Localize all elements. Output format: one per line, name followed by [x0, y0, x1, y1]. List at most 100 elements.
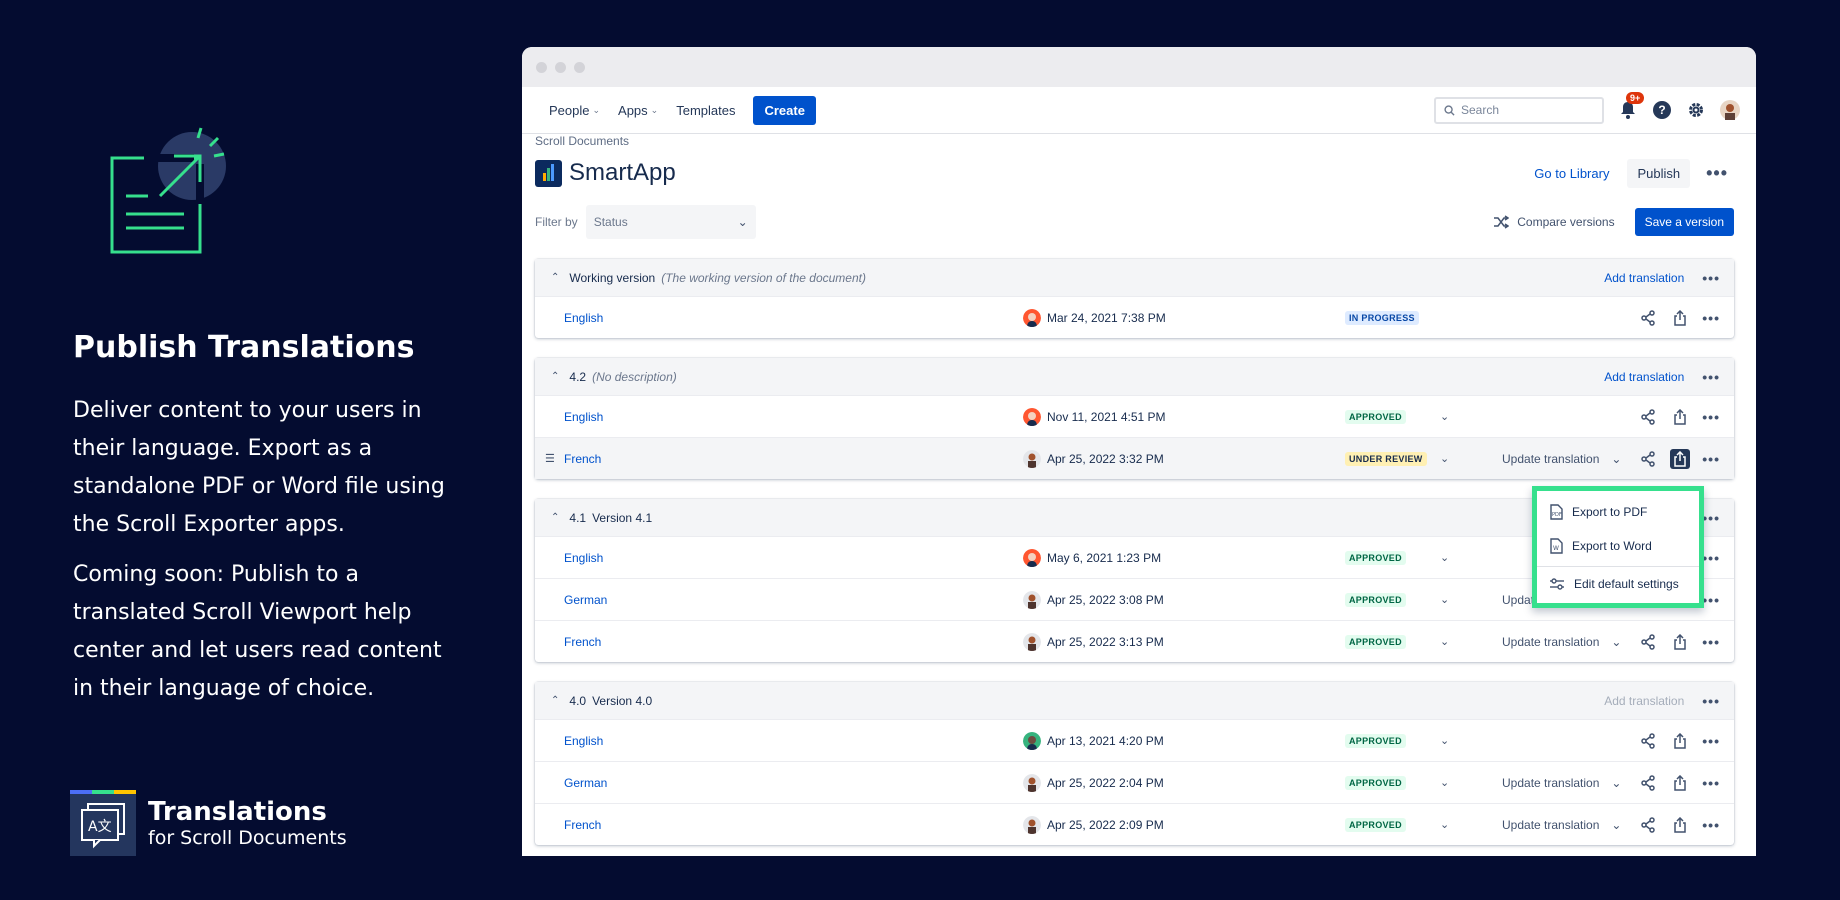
modified-by: Nov 11, 2021 4:51 PM: [1023, 407, 1166, 426]
update-translation-button[interactable]: Update translation ⌄: [1502, 635, 1621, 649]
breadcrumb[interactable]: Scroll Documents: [535, 134, 1734, 148]
status-chevron-down-icon[interactable]: ⌄: [1440, 734, 1449, 747]
row-more-icon[interactable]: •••: [1702, 634, 1720, 650]
chevron-down-icon: ⌄: [592, 104, 601, 115]
share-icon[interactable]: [1638, 632, 1658, 652]
update-translation-button[interactable]: Update translation ⌄: [1502, 452, 1621, 466]
row-more-icon[interactable]: •••: [1702, 451, 1720, 467]
share-icon[interactable]: [1638, 773, 1658, 793]
edit-default-settings-item[interactable]: Edit default settings: [1537, 566, 1699, 600]
settings-button[interactable]: [1686, 100, 1706, 120]
group-more-icon[interactable]: •••: [1702, 510, 1720, 526]
add-translation-button[interactable]: Add translation: [1604, 271, 1684, 285]
svg-text:PDF: PDF: [1552, 512, 1562, 518]
modified-date: Apr 25, 2022 3:32 PM: [1047, 451, 1164, 466]
status-chevron-down-icon[interactable]: ⌄: [1440, 818, 1449, 831]
go-to-library-button[interactable]: Go to Library: [1526, 160, 1617, 187]
translation-row: French Apr 25, 2022 3:13 PM APPROVED ⌄ Updat…: [535, 620, 1734, 662]
share-icon[interactable]: [1638, 449, 1658, 469]
help-button[interactable]: ?: [1652, 100, 1672, 120]
row-more-icon[interactable]: •••: [1702, 550, 1720, 566]
hero-title: Publish Translations: [73, 330, 415, 365]
share-icon[interactable]: [1638, 815, 1658, 835]
avatar: [1023, 407, 1041, 426]
language-link[interactable]: French: [564, 818, 601, 832]
version-group-header[interactable]: ⌃ Working version (The working version of …: [535, 259, 1734, 296]
compare-versions-button[interactable]: Compare versions: [1493, 215, 1615, 229]
brand-name: Translations: [148, 797, 327, 827]
language-link[interactable]: English: [564, 551, 603, 565]
export-to-word-item[interactable]: W Export to Word: [1537, 529, 1699, 563]
save-version-button[interactable]: Save a version: [1634, 208, 1734, 236]
avatar: [1023, 449, 1041, 468]
collapse-caret-icon[interactable]: ⌃: [551, 272, 559, 283]
status-chevron-down-icon[interactable]: ⌄: [1440, 410, 1449, 423]
group-more-icon[interactable]: •••: [1702, 270, 1720, 286]
language-link[interactable]: German: [564, 593, 607, 607]
status-chevron-down-icon[interactable]: ⌄: [1440, 551, 1449, 564]
status-chevron-down-icon[interactable]: ⌄: [1440, 593, 1449, 606]
share-icon[interactable]: [1638, 308, 1658, 328]
export-icon[interactable]: [1670, 407, 1690, 427]
collapse-caret-icon[interactable]: ⌃: [551, 695, 559, 706]
status-chevron-down-icon[interactable]: ⌄: [1440, 452, 1449, 465]
nav-templates[interactable]: Templates: [676, 103, 735, 118]
compare-versions-label: Compare versions: [1517, 215, 1615, 229]
export-icon[interactable]: [1670, 731, 1690, 751]
avatar: [1023, 773, 1041, 792]
row-more-icon[interactable]: •••: [1702, 310, 1720, 326]
modified-date: Apr 25, 2022 2:09 PM: [1047, 817, 1164, 832]
export-icon[interactable]: [1670, 308, 1690, 328]
share-icon[interactable]: [1638, 407, 1658, 427]
update-translation-button[interactable]: Update translation ⌄: [1502, 818, 1621, 832]
version-group-header[interactable]: ⌃ 4.0 Version 4.0 Add translation •••: [535, 682, 1734, 719]
notifications-button[interactable]: 9+: [1618, 92, 1645, 120]
window-titlebar: [522, 47, 1756, 87]
chevron-down-icon: ⌄: [1611, 817, 1622, 832]
create-button[interactable]: Create: [753, 95, 816, 125]
export-to-pdf-item[interactable]: PDF Export to PDF: [1537, 495, 1699, 529]
collapse-caret-icon[interactable]: ⌃: [551, 512, 559, 523]
nav-apps[interactable]: Apps ⌄: [618, 103, 658, 118]
version-group-header[interactable]: ⌃ 4.2 (No description) Add translation •••: [535, 358, 1734, 395]
row-more-icon[interactable]: •••: [1702, 592, 1720, 608]
status-filter-select[interactable]: Status ⌄: [585, 205, 756, 239]
nav-templates-label: Templates: [676, 102, 736, 118]
modified-date: Apr 13, 2021 4:20 PM: [1047, 733, 1164, 748]
language-link[interactable]: French: [564, 635, 601, 649]
status-badge: IN PROGRESS: [1345, 310, 1419, 325]
add-translation-button[interactable]: Add translation: [1604, 370, 1684, 384]
update-translation-button[interactable]: Update translation ⌄: [1502, 776, 1621, 790]
language-link[interactable]: German: [564, 776, 607, 790]
modified-date: May 6, 2021 1:23 PM: [1047, 550, 1162, 565]
publish-button[interactable]: Publish: [1627, 158, 1691, 188]
window-maximize-dot[interactable]: [574, 61, 585, 73]
search-input[interactable]: Search: [1434, 96, 1604, 124]
avatar: [1023, 815, 1041, 834]
status-chevron-down-icon[interactable]: ⌄: [1440, 776, 1449, 789]
row-more-icon[interactable]: •••: [1702, 733, 1720, 749]
language-link[interactable]: French: [564, 452, 601, 466]
export-icon[interactable]: [1670, 773, 1690, 793]
collapse-caret-icon[interactable]: ⌃: [551, 371, 559, 382]
group-more-icon[interactable]: •••: [1702, 693, 1720, 709]
app-window: People ⌄ Apps ⌄ Templates Create Search 9+…: [522, 47, 1756, 856]
export-icon[interactable]: [1670, 632, 1690, 652]
status-chevron-down-icon[interactable]: ⌄: [1440, 635, 1449, 648]
user-avatar[interactable]: [1720, 100, 1740, 120]
window-close-dot[interactable]: [536, 61, 547, 73]
language-link[interactable]: English: [564, 734, 603, 748]
share-icon[interactable]: [1638, 731, 1658, 751]
row-more-icon[interactable]: •••: [1702, 409, 1720, 425]
row-more-icon[interactable]: •••: [1702, 817, 1720, 833]
export-icon[interactable]: [1670, 815, 1690, 835]
page-more-icon[interactable]: •••: [1700, 163, 1734, 184]
group-more-icon[interactable]: •••: [1702, 369, 1720, 385]
translation-row: ☰ French Apr 25, 2022 3:32 PM UNDER REVIEW ⌄…: [535, 437, 1734, 479]
row-more-icon[interactable]: •••: [1702, 775, 1720, 791]
export-icon[interactable]: [1670, 448, 1691, 469]
window-minimize-dot[interactable]: [555, 61, 566, 73]
nav-people[interactable]: People ⌄: [549, 103, 600, 118]
language-link[interactable]: English: [564, 410, 603, 424]
language-link[interactable]: English: [564, 311, 603, 325]
